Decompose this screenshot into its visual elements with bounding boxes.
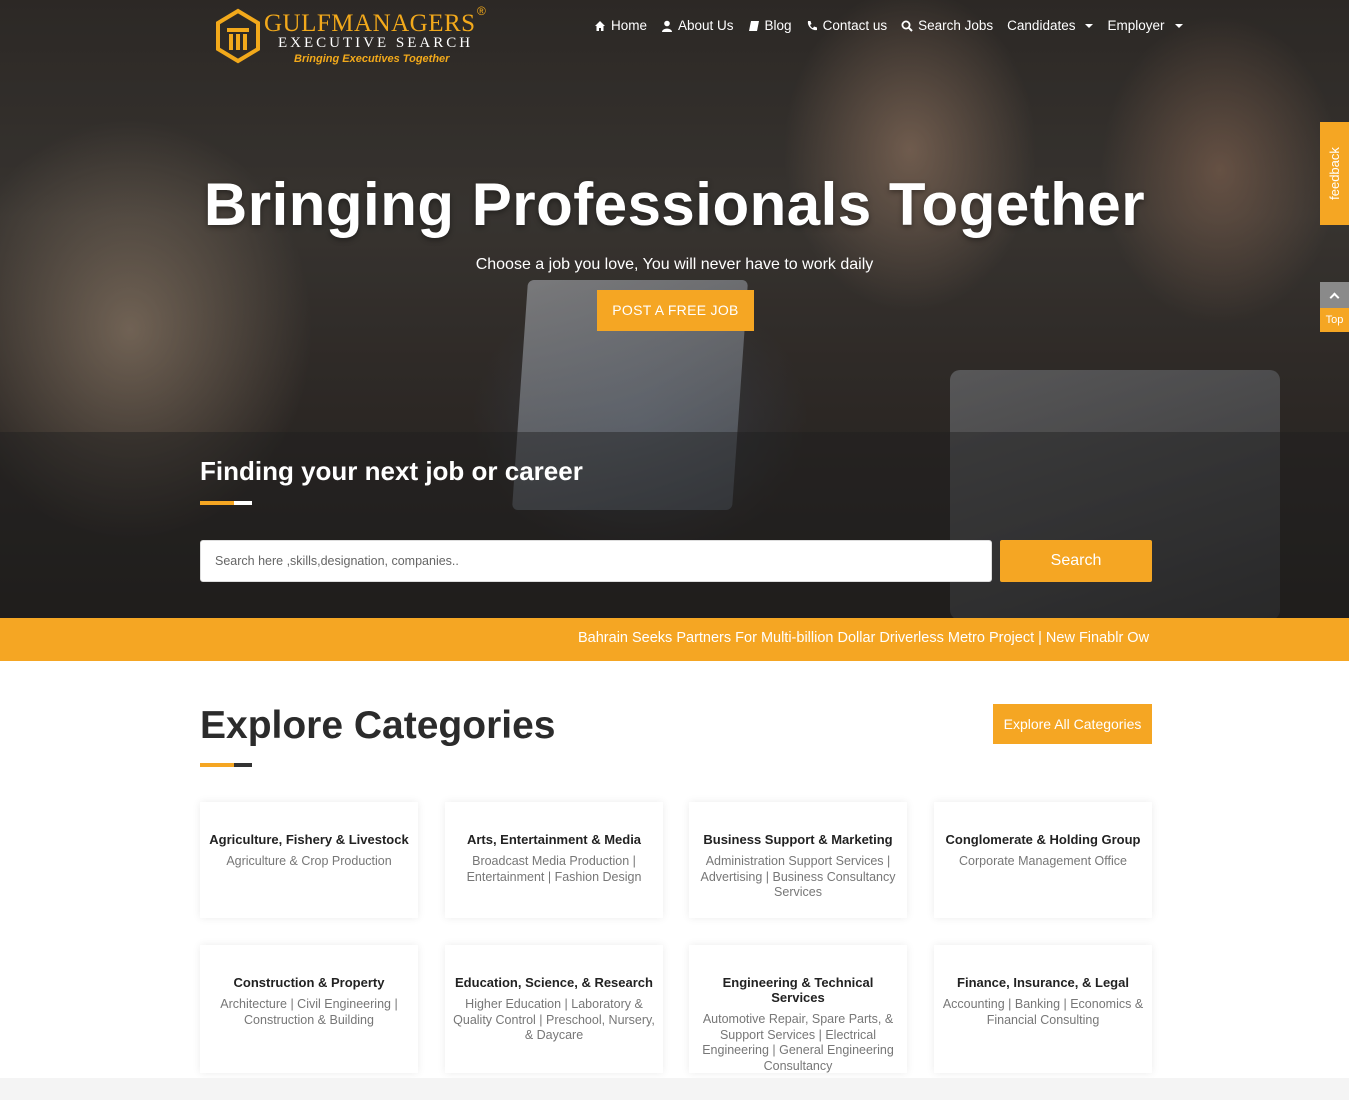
category-description: Agriculture & Crop Production (226, 854, 392, 868)
feedback-tab[interactable]: feedback (1320, 122, 1349, 225)
search-heading: Finding your next job or career (200, 456, 583, 486)
category-title: Arts, Entertainment & Media (466, 832, 642, 847)
category-card[interactable]: Construction & Property Architecture | C… (200, 945, 418, 1073)
nav-search-jobs-label: Search Jobs (918, 18, 994, 33)
category-description: Automotive Repair, Spare Parts, & Suppor… (702, 1012, 894, 1073)
hero-subtitle: Choose a job you love, You will never ha… (475, 256, 874, 273)
category-card[interactable]: Conglomerate & Holding Group Corporate M… (934, 802, 1152, 918)
brand-subtitle: EXECUTIVE SEARCH (278, 35, 474, 51)
nav-home-label: Home (611, 18, 648, 33)
top-label: Top (1320, 308, 1349, 332)
explore-all-categories-button[interactable]: Explore All Categories (993, 704, 1152, 744)
nav-contact[interactable]: Contact us (806, 18, 888, 33)
nav-search-jobs[interactable]: Search Jobs (901, 18, 993, 33)
main-nav: Home About Us Blog Contact us Search Job… (594, 18, 1183, 33)
category-description: Accounting | Banking | Economics & Finan… (942, 997, 1144, 1027)
categories-underline (200, 763, 252, 767)
hero-title: Bringing Professionals Together (203, 171, 1146, 238)
user-icon (662, 20, 673, 32)
category-description: Corporate Management Office (959, 854, 1127, 868)
category-title: Education, Science, & Research (455, 975, 653, 990)
logo-pillar-icon (216, 8, 260, 64)
footer-strip (0, 1078, 1349, 1100)
nav-contact-label: Contact us (822, 18, 888, 33)
category-card[interactable]: Arts, Entertainment & Media Broadcast Me… (445, 802, 663, 918)
news-ticker: Bahrain Seeks Partners For Multi-billion… (0, 618, 1349, 661)
category-card[interactable]: Business Support & Marketing Administrat… (689, 802, 907, 918)
heading-underline (200, 501, 252, 505)
category-title: Conglomerate & Holding Group (945, 832, 1141, 847)
category-description: Architecture | Civil Engineering | Const… (220, 997, 398, 1027)
nav-home[interactable]: Home (594, 18, 647, 33)
book-icon (748, 20, 759, 31)
nav-candidates-dropdown[interactable]: Candidates (1007, 18, 1094, 33)
search-button[interactable]: Search (1000, 540, 1152, 582)
category-title: Construction & Property (233, 975, 385, 990)
nav-blog-label: Blog (764, 18, 792, 33)
chevron-down-icon (1174, 23, 1183, 28)
nav-blog[interactable]: Blog (748, 18, 792, 33)
category-card[interactable]: Engineering & Technical Services Automot… (689, 945, 907, 1073)
search-icon (901, 20, 913, 32)
category-title: Agriculture, Fishery & Livestock (209, 832, 409, 847)
home-icon (595, 20, 605, 31)
category-title: Business Support & Marketing (703, 832, 893, 847)
category-description: Administration Support Services | Advert… (700, 854, 896, 899)
category-description: Higher Education | Laboratory & Quality … (453, 997, 655, 1042)
nav-about-label: About Us (678, 18, 734, 33)
feedback-label: feedback (1327, 147, 1343, 200)
category-title: Engineering & Technical Services (722, 975, 874, 1005)
chevron-down-icon (1085, 23, 1094, 28)
category-title: Finance, Insurance, & Legal (957, 975, 1129, 990)
chevron-up-icon (1329, 292, 1340, 302)
category-description: Broadcast Media Production | Entertainme… (466, 854, 642, 884)
phone-icon (807, 20, 817, 30)
brand-name: GULFMANAGERS (264, 10, 476, 37)
category-card[interactable]: Agriculture, Fishery & Livestock Agricul… (200, 802, 418, 918)
hero-section: GULFMANAGERS ® EXECUTIVE SEARCH Bringing… (0, 0, 1349, 618)
registered-mark: ® (477, 4, 486, 18)
post-free-job-button[interactable]: POST A FREE JOB (597, 290, 754, 331)
job-search-input[interactable] (200, 540, 992, 582)
ticker-text[interactable]: Bahrain Seeks Partners For Multi-billion… (578, 630, 1149, 646)
category-card[interactable]: Finance, Insurance, & Legal Accounting |… (934, 945, 1152, 1073)
category-card[interactable]: Education, Science, & Research Higher Ed… (445, 945, 663, 1073)
nav-about[interactable]: About Us (661, 18, 734, 33)
back-to-top-button[interactable]: Top (1320, 282, 1349, 332)
nav-candidates-label: Candidates (1007, 18, 1076, 33)
brand-tagline: Bringing Executives Together (294, 53, 450, 65)
site-logo[interactable]: GULFMANAGERS ® EXECUTIVE SEARCH Bringing… (214, 4, 490, 65)
nav-employer-dropdown[interactable]: Employer (1107, 18, 1183, 33)
nav-employer-label: Employer (1107, 18, 1165, 33)
categories-title: Explore Categories (200, 704, 556, 747)
